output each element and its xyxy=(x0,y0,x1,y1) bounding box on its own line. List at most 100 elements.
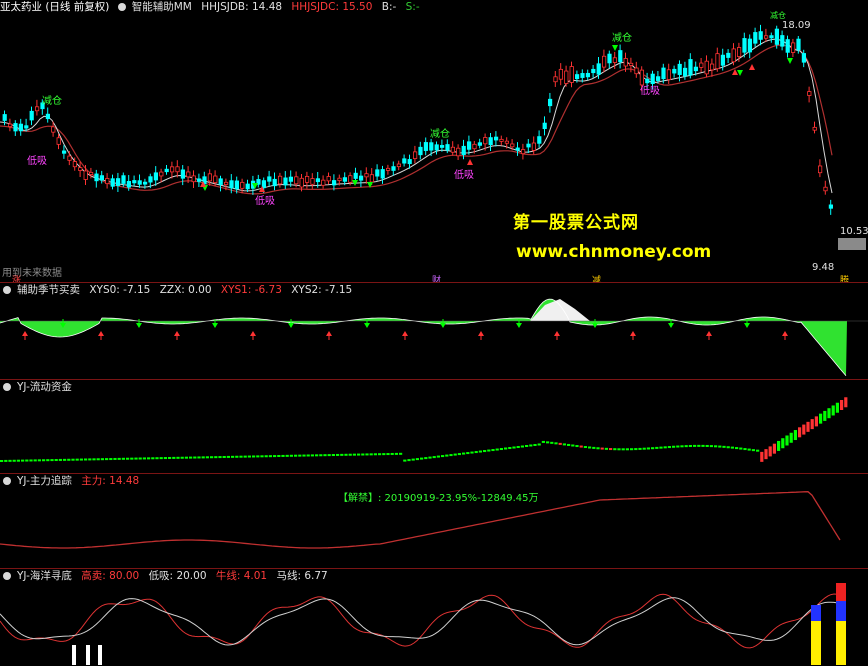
candle-body xyxy=(110,178,115,187)
panel-main-force[interactable]: YJ-主力追踪 主力: 14.48 【解禁】: 20190919-23.95%-… xyxy=(0,474,868,568)
liquidity-bar xyxy=(336,453,340,456)
candle-body xyxy=(710,63,715,71)
liquidity-bar xyxy=(75,458,79,461)
liquidity-bar xyxy=(210,456,214,459)
liquidity-bar xyxy=(499,448,503,451)
sell-arrow-icon xyxy=(440,323,446,328)
oscillator-line xyxy=(0,298,847,377)
liquidity-chart[interactable] xyxy=(0,380,868,473)
candle-body xyxy=(828,204,834,209)
candle-body xyxy=(564,70,569,84)
panel-seasonal-trade[interactable]: 辅助季节买卖 XYS0: -7.15 ZZX: 0.00 XYS1: -6.73… xyxy=(0,283,868,379)
signal-bar-yellow xyxy=(836,621,846,665)
ocean-bottom-chart[interactable] xyxy=(0,569,868,666)
liquidity-bar xyxy=(739,447,743,450)
buy-label: 低吸 xyxy=(27,156,47,167)
buy-arrow-icon xyxy=(478,331,484,336)
candle-body xyxy=(726,52,731,58)
liquidity-bar xyxy=(84,458,88,461)
liquidity-bar xyxy=(264,455,268,458)
candle-body xyxy=(148,176,153,183)
candle-body xyxy=(67,155,72,161)
candle-body xyxy=(591,68,596,74)
candle-body xyxy=(315,178,321,183)
liquidity-bar xyxy=(428,456,432,459)
liquidity-bar xyxy=(617,448,621,451)
candle-body xyxy=(596,63,601,75)
liquidity-bar xyxy=(407,459,411,462)
buy-arrow-icon xyxy=(98,331,104,336)
liquidity-bar xyxy=(319,454,323,457)
signal-label: 减仓 xyxy=(42,96,62,107)
buy-arrow-icon xyxy=(250,331,256,336)
candle-body xyxy=(121,175,126,184)
candle-body xyxy=(493,136,499,141)
liquidity-bar xyxy=(289,454,293,457)
buy-label: 低吸 xyxy=(454,170,474,181)
candle-body xyxy=(477,142,483,146)
watermark-url: www.chnmoney.com xyxy=(516,242,712,262)
main-chart-pane[interactable]: 亚太药业 (日线 前复权) 智能辅助MM HHJSJDB: 14.48 HHJS… xyxy=(0,0,868,282)
liquidity-bar xyxy=(306,454,310,457)
candle-body xyxy=(747,38,753,53)
liquidity-bar xyxy=(571,444,575,447)
liquidity-bar xyxy=(369,453,373,456)
liquidity-bar xyxy=(29,459,33,462)
liquidity-bar xyxy=(273,455,277,458)
candle-body xyxy=(267,176,272,182)
liquidity-bar xyxy=(243,455,247,458)
liquidity-bar xyxy=(663,446,667,449)
candle-body xyxy=(553,76,558,83)
sell-arrow-icon xyxy=(136,323,142,328)
bottom-signal-bar xyxy=(86,645,90,665)
bottom-mark-1: 财 xyxy=(432,276,442,282)
liquidity-bar xyxy=(50,459,54,462)
candle-body xyxy=(2,114,7,121)
liquidity-bar xyxy=(285,454,289,457)
liquidity-bar xyxy=(12,459,16,462)
candle-body xyxy=(483,137,488,145)
liquidity-bar xyxy=(378,453,382,456)
liquidity-bar xyxy=(789,432,793,443)
candle-body xyxy=(801,53,807,63)
candle-body xyxy=(812,126,817,131)
liquidity-bar xyxy=(764,449,768,460)
candle-body xyxy=(666,69,672,80)
candle-body xyxy=(402,158,407,164)
liquidity-bar xyxy=(554,442,558,445)
liquidity-bar xyxy=(105,458,109,461)
price-label-low: 9.48 xyxy=(812,262,835,273)
main-force-chart[interactable] xyxy=(0,474,868,568)
candle-body xyxy=(229,180,234,189)
candle-body xyxy=(288,176,294,182)
candle-body xyxy=(186,171,191,178)
liquidity-bar xyxy=(697,444,701,447)
liquidity-bar xyxy=(457,453,461,456)
liquidity-bar xyxy=(315,454,319,457)
panel-liquidity[interactable]: YJ-流动资金 xyxy=(0,380,868,473)
panel-ocean-bottom[interactable]: YJ-海洋寻底 高卖: 80.00 低吸: 20.00 牛线: 4.01 马线:… xyxy=(0,569,868,666)
liquidity-bar xyxy=(0,460,4,462)
candle-body xyxy=(304,175,310,183)
liquidity-bar xyxy=(819,413,823,424)
buy-arrow-icon xyxy=(402,331,408,336)
candle-body xyxy=(623,58,628,67)
liquidity-bar xyxy=(42,459,46,462)
candle-body xyxy=(159,171,164,177)
liquidity-bar xyxy=(466,452,470,455)
sell-arrow-icon xyxy=(737,70,743,76)
candle-body xyxy=(89,171,94,175)
candlestick-chart[interactable] xyxy=(0,0,868,282)
candle-body xyxy=(321,179,326,186)
liquidity-bar xyxy=(126,457,130,460)
liquidity-bar xyxy=(184,456,188,459)
liquidity-bar xyxy=(79,458,83,461)
liquidity-bar xyxy=(483,450,487,453)
liquidity-bar xyxy=(781,438,785,449)
liquidity-bar xyxy=(205,456,209,459)
signal-bar-blue xyxy=(836,601,846,621)
bottom-mark-3: 腾 xyxy=(840,276,850,282)
seasonal-trade-chart[interactable] xyxy=(0,283,868,379)
liquidity-bar xyxy=(96,458,100,461)
candle-body xyxy=(780,35,785,47)
